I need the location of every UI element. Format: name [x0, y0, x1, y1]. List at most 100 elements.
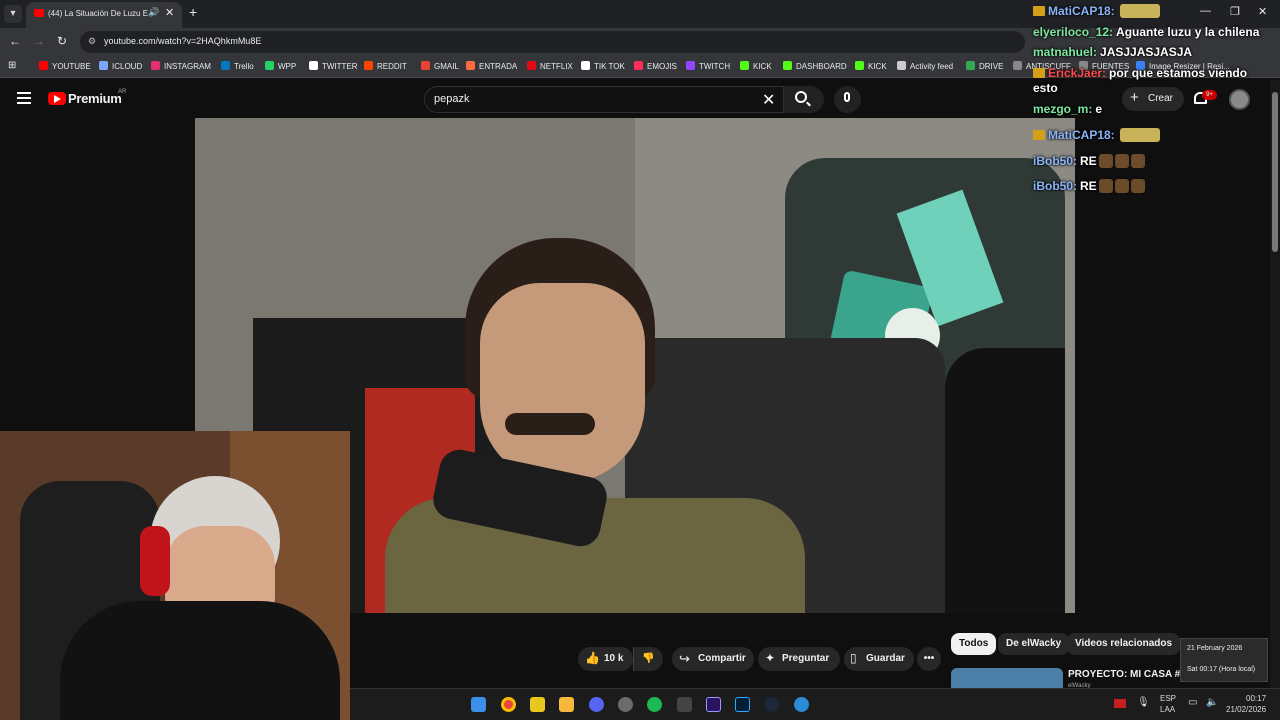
bookmark-label: ENTRADA [479, 62, 518, 71]
input-language-top[interactable]: ESP [1160, 694, 1176, 703]
bookmark-item[interactable]: YOUTUBE [39, 61, 91, 71]
flag-icon[interactable] [1114, 699, 1126, 708]
search-icon[interactable] [795, 91, 807, 103]
bookmark-item[interactable]: ENTRADA [466, 61, 517, 71]
new-tab-icon[interactable]: + [189, 4, 197, 20]
bookmark-label: INSTAGRAM [164, 62, 211, 71]
bookmark-item[interactable]: INSTAGRAM [151, 61, 211, 71]
sticky-notes-icon[interactable] [530, 697, 545, 712]
chat-username: elyeriloco_12: [1033, 25, 1114, 39]
audio-playing-icon[interactable]: 🔊 [148, 7, 159, 18]
bookmark-favicon-icon [686, 61, 695, 70]
clock-tooltip: 21 February 2026 Sat 00:17 (Hora local) [1180, 638, 1268, 682]
url-text[interactable]: youtube.com/watch?v=2HAQhkmMu8E [104, 36, 261, 46]
taskbar-time[interactable]: 00:17 [1246, 694, 1266, 703]
bookmark-item[interactable]: TWITCH [686, 61, 730, 71]
tab-search-menu-icon[interactable]: ▾ [4, 5, 22, 23]
bookmark-item[interactable]: ICLOUD [99, 61, 142, 71]
network-icon[interactable]: ▭ [1188, 697, 1197, 708]
chat-message: MatiCAP18: [1033, 128, 1160, 142]
reload-icon[interactable]: ↻ [57, 34, 67, 48]
dislike-button[interactable]: 👎 [633, 647, 663, 671]
bookmark-favicon-icon [151, 61, 160, 70]
tab-close-icon[interactable]: ✕ [165, 6, 174, 19]
bookmark-item[interactable]: TWITTER [309, 61, 358, 71]
chat-badge-icon [1033, 68, 1045, 78]
input-language-bottom[interactable]: LAA [1160, 705, 1175, 714]
bookmark-item[interactable]: DASHBOARD [783, 61, 847, 71]
bookmark-label: ICLOUD [112, 62, 143, 71]
chat-text-continued: esto [1033, 81, 1058, 95]
chip-todos[interactable]: Todos [951, 633, 997, 655]
site-info-icon[interactable]: ⚙ [88, 36, 96, 47]
chat-text: por que estamos viendo [1109, 66, 1248, 80]
clear-search-icon[interactable]: ✕ [762, 90, 775, 110]
share-label: Compartir [698, 653, 746, 664]
bookmark-favicon-icon [221, 61, 230, 70]
photoshop-icon[interactable] [735, 697, 750, 712]
search-query[interactable]: pepazk [434, 93, 469, 105]
bookmark-item[interactable]: KICK [855, 61, 887, 71]
apps-grid-icon[interactable]: ⊞ [8, 60, 16, 71]
microphone-icon [844, 92, 850, 102]
chip-de-elwacky[interactable]: De elWacky [998, 633, 1070, 655]
sparkle-icon: ✦ [765, 651, 776, 665]
bookmark-item[interactable]: Trello [221, 61, 254, 71]
save-label: Guardar [866, 653, 905, 664]
scrollbar-thumb[interactable] [1272, 92, 1278, 252]
spotify-icon[interactable] [647, 697, 662, 712]
back-icon[interactable]: ← [9, 34, 21, 48]
more-actions-button[interactable]: ••• [917, 647, 941, 671]
search-input[interactable] [424, 86, 784, 113]
bookmark-icon: ▯ [850, 651, 857, 665]
bookmark-item[interactable]: KICK [740, 61, 772, 71]
bookmark-favicon-icon [1013, 61, 1022, 70]
bookmark-favicon-icon [421, 61, 430, 70]
chat-username: iBob50: [1033, 154, 1078, 168]
bookmark-item[interactable]: EMOJIS [634, 61, 677, 71]
file-explorer-icon[interactable] [559, 697, 574, 712]
bookmark-item[interactable]: WPP [265, 61, 296, 71]
chip-videos-relacionados[interactable]: Videos relacionados [1067, 633, 1181, 655]
menu-icon[interactable] [17, 92, 31, 104]
app-2-icon[interactable] [794, 697, 809, 712]
bookmark-label: EMOJIS [647, 62, 677, 71]
bookmark-favicon-icon [581, 61, 590, 70]
bookmark-item[interactable]: REDDIT [364, 61, 407, 71]
youtube-premium-label[interactable]: Premium [68, 91, 122, 106]
forward-icon[interactable]: → [33, 34, 45, 48]
bookmark-label: NETFLIX [540, 62, 573, 71]
chat-message: iBob50: RE [1033, 154, 1145, 168]
chat-username: mezgo_m: [1033, 102, 1093, 116]
bookmark-favicon-icon [855, 61, 864, 70]
bookmark-label: DRIVE [979, 62, 1004, 71]
chat-message: ErickJaer: por que estamos viendo [1033, 66, 1247, 80]
suggested-video-title[interactable]: PROYECTO: MI CASA #01 [1068, 669, 1191, 680]
bookmark-item[interactable]: DRIVE [966, 61, 1003, 71]
obs-icon[interactable] [618, 697, 633, 712]
volume-icon[interactable]: 🔈 [1206, 697, 1218, 708]
steam-icon[interactable] [764, 697, 779, 712]
chat-emote-icon [1130, 154, 1145, 168]
bookmark-favicon-icon [527, 61, 536, 70]
chat-username: MatiCAP18: [1048, 4, 1115, 18]
bookmark-item[interactable]: NETFLIX [527, 61, 573, 71]
bookmark-item[interactable]: Activity feed [897, 61, 953, 71]
bookmark-item[interactable]: GMAIL [421, 61, 459, 71]
taskbar-date[interactable]: 21/02/2026 [1226, 705, 1266, 714]
bookmark-favicon-icon [309, 61, 318, 70]
microphone-tray-icon[interactable]: 🎙 [1137, 697, 1150, 708]
bookmark-label: KICK [753, 62, 772, 71]
bookmark-favicon-icon [740, 61, 749, 70]
windows-start-icon[interactable] [471, 697, 486, 712]
chrome-icon[interactable] [501, 697, 516, 712]
suggested-video-thumbnail[interactable] [951, 668, 1063, 688]
app-icon[interactable] [677, 697, 692, 712]
premiere-icon[interactable] [706, 697, 721, 712]
youtube-favicon-icon [34, 9, 44, 17]
bookmark-item[interactable]: TIK TOK [581, 61, 625, 71]
bookmark-favicon-icon [39, 61, 48, 70]
bookmark-label: Trello [234, 62, 254, 71]
discord-icon[interactable] [589, 697, 604, 712]
chat-text: RE [1080, 154, 1097, 168]
